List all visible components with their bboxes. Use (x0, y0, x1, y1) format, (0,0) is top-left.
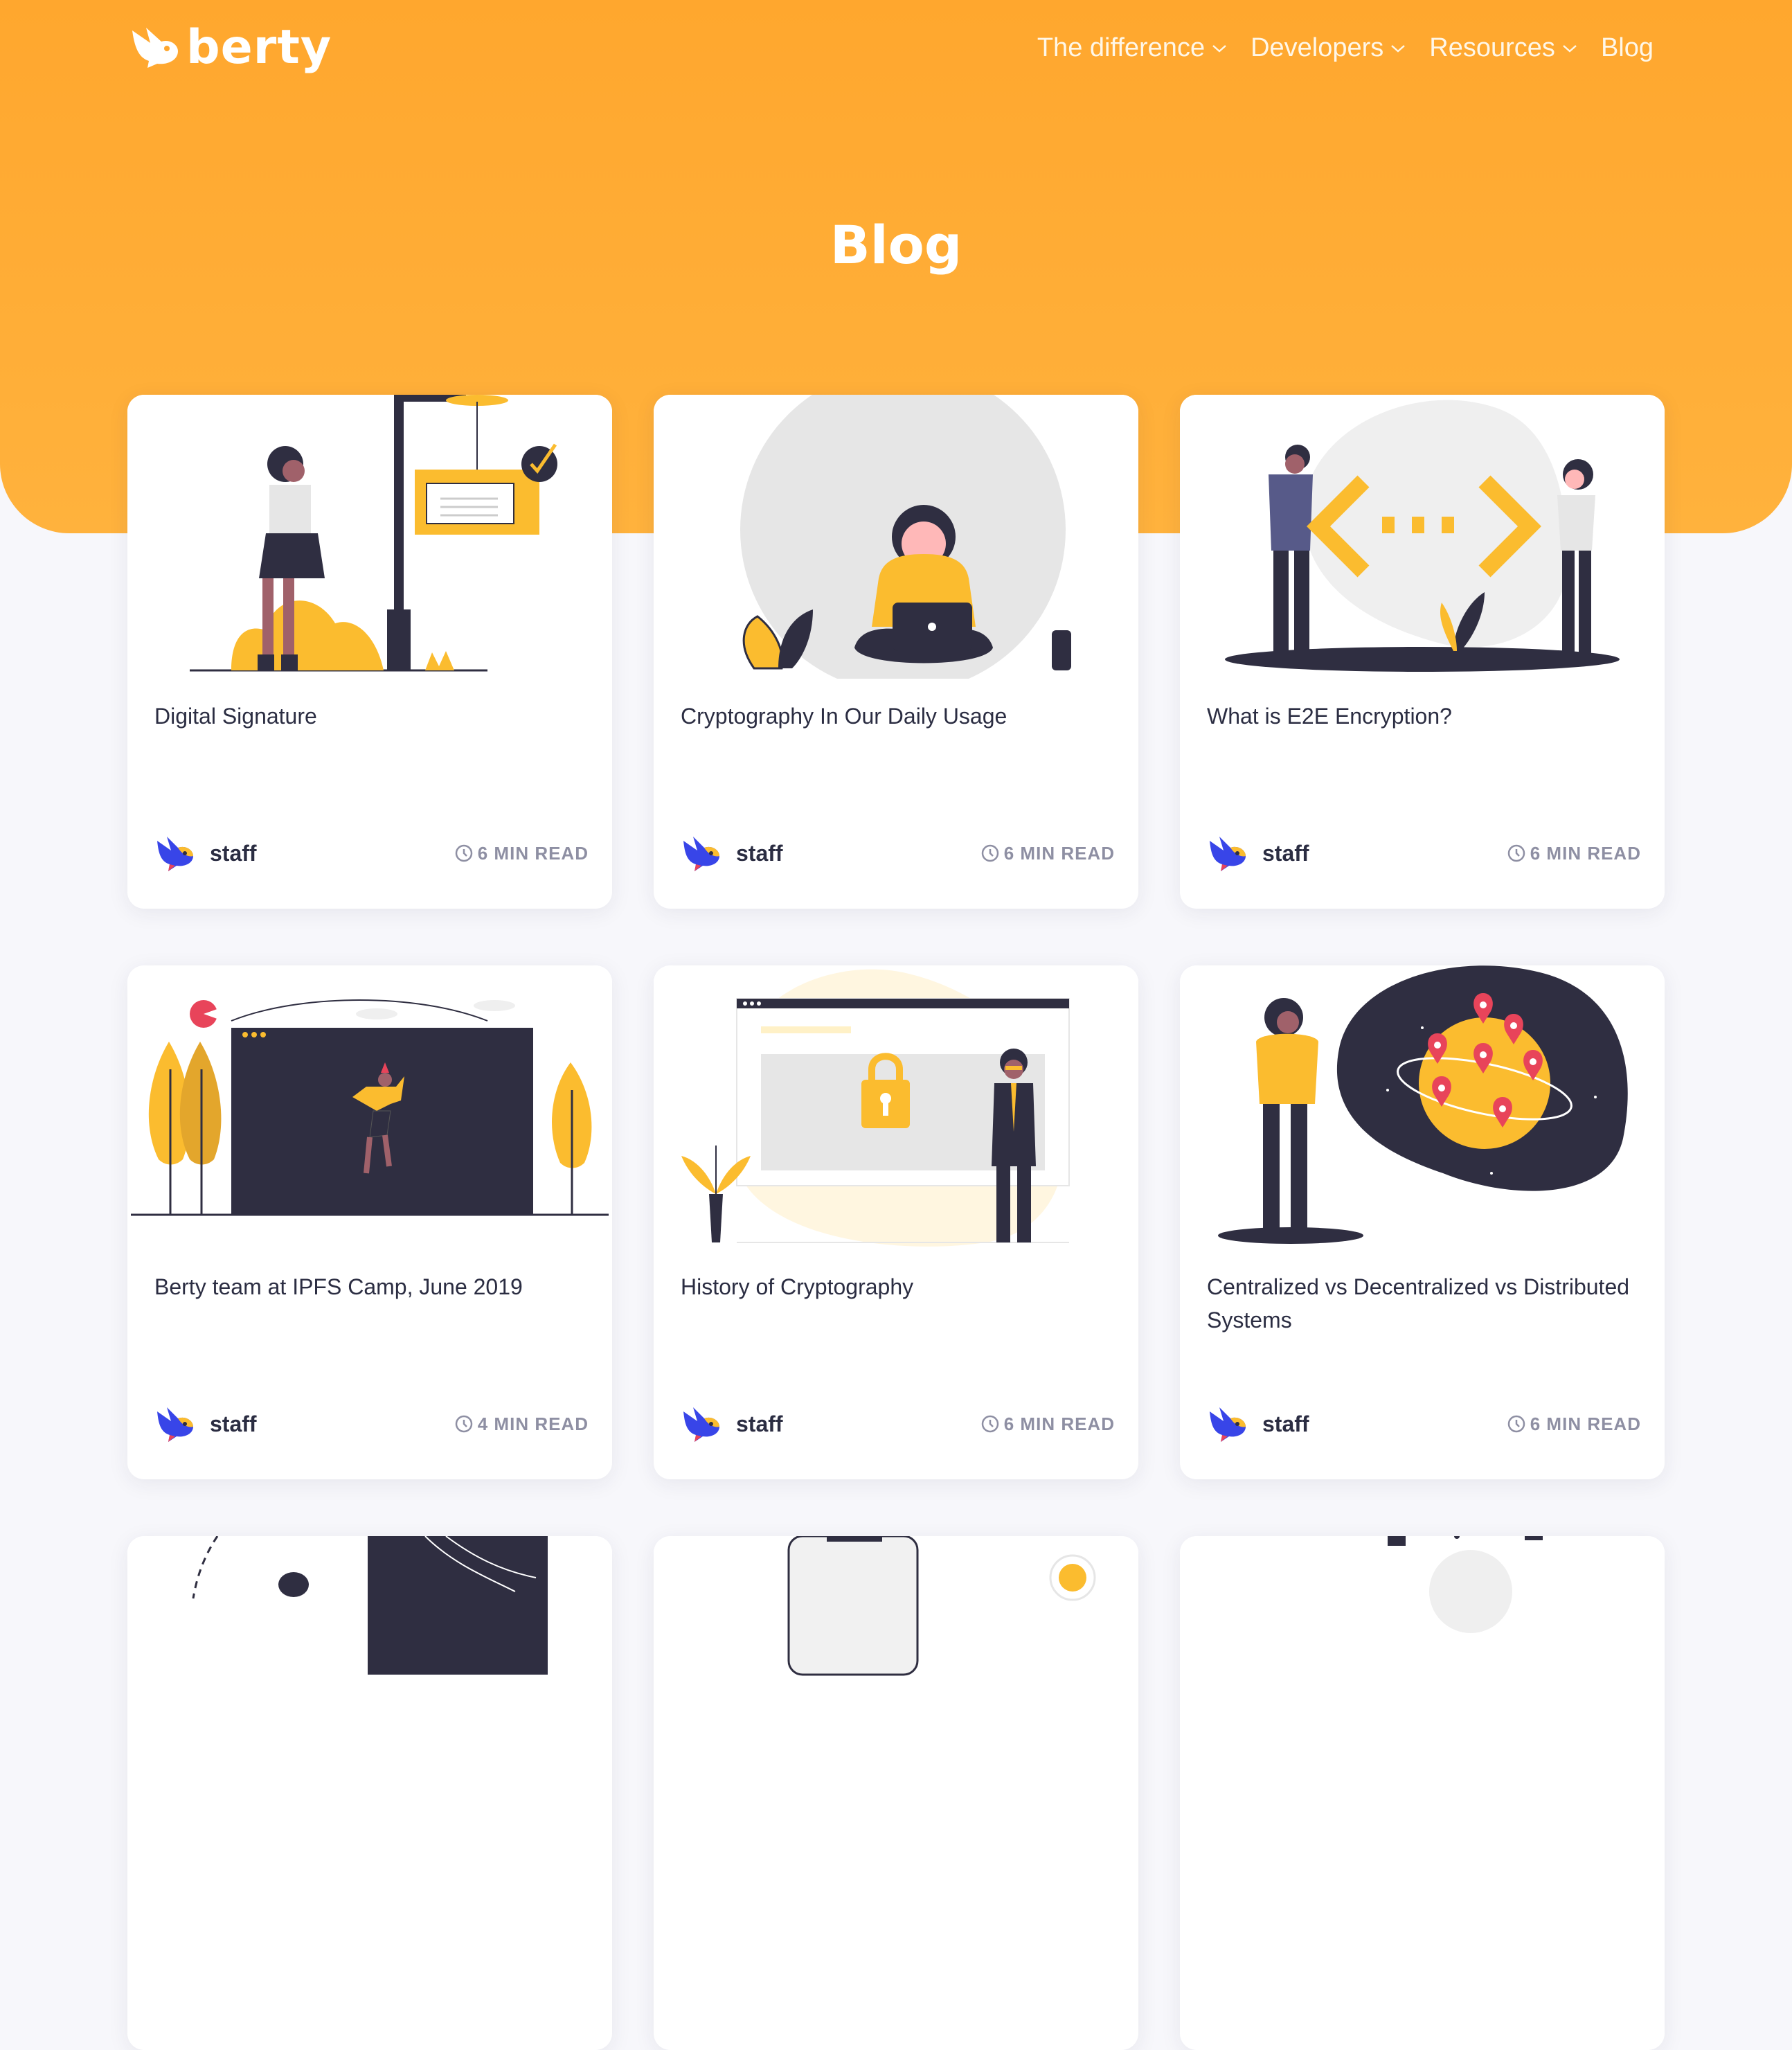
author-avatar-icon (1210, 1407, 1246, 1442)
nav-label: Developers (1251, 33, 1384, 62)
read-time: 6 MIN READ (1507, 1414, 1641, 1435)
read-time-label: 6 MIN READ (1530, 842, 1641, 864)
post-author[interactable]: staff (1207, 834, 1309, 873)
person-on-screen-illustration (127, 965, 612, 1249)
author-name: staff (736, 1411, 783, 1436)
clock-icon (981, 1415, 998, 1433)
read-time-label: 4 MIN READ (477, 1413, 589, 1434)
author-name: staff (1262, 1411, 1309, 1436)
author-avatar-icon (157, 837, 193, 871)
nav-item-resources[interactable]: Resources (1429, 33, 1577, 63)
author-name: staff (210, 840, 257, 866)
author-avatar-icon (683, 1407, 719, 1442)
main-nav: The difference Developers Resources Blog (1037, 33, 1654, 63)
chevron-down-icon (1212, 44, 1226, 53)
brand-name: berty (186, 20, 332, 75)
nav-item-the-difference[interactable]: The difference (1037, 33, 1227, 63)
page-title: Blog (830, 213, 962, 276)
read-time-label: 6 MIN READ (477, 842, 589, 864)
blog-card-partial[interactable] (1180, 1536, 1665, 2050)
post-author[interactable]: staff (681, 834, 783, 873)
read-time: 6 MIN READ (980, 843, 1115, 864)
post-author[interactable]: staff (154, 1405, 257, 1443)
woman-with-laptop-illustration (654, 395, 1138, 679)
post-meta: staff 4 MIN READ (154, 1403, 589, 1445)
clock-icon (1507, 1415, 1525, 1433)
author-name: staff (1262, 840, 1309, 866)
clock-icon (455, 1415, 472, 1433)
blog-card-partial[interactable] (127, 1536, 612, 2050)
post-meta: staff 6 MIN READ (681, 1403, 1115, 1445)
post-title[interactable]: History of Cryptography (681, 1270, 1110, 1303)
read-time-label: 6 MIN READ (1530, 1413, 1641, 1434)
read-time: 4 MIN READ (454, 1414, 589, 1435)
browser-padlock-illustration (654, 965, 1138, 1249)
blog-card-cryptography-daily-usage[interactable]: Cryptography In Our Daily Usage staff 6 … (654, 395, 1138, 909)
nav-label: Resources (1429, 33, 1555, 62)
woman-at-signpost-illustration (127, 395, 612, 679)
clock-icon (455, 844, 472, 862)
two-people-exchange-code-illustration (1180, 395, 1665, 679)
clock-icon (1507, 844, 1525, 862)
chevron-down-icon (1391, 44, 1406, 53)
nav-item-developers[interactable]: Developers (1251, 33, 1406, 63)
partial-illustration (127, 1536, 612, 1820)
nav-label: Blog (1600, 33, 1654, 62)
post-meta: staff 6 MIN READ (681, 832, 1115, 874)
blog-card-digital-signature[interactable]: Digital Signature staff 6 MIN READ (127, 395, 612, 909)
author-avatar-icon (1210, 837, 1246, 871)
author-name: staff (736, 840, 783, 866)
clock-icon (981, 844, 998, 862)
post-meta: staff 6 MIN READ (1207, 832, 1641, 874)
nav-item-blog[interactable]: Blog (1601, 33, 1654, 63)
author-name: staff (210, 1411, 257, 1436)
post-author[interactable]: staff (154, 834, 257, 873)
post-title[interactable]: Cryptography In Our Daily Usage (681, 699, 1110, 733)
read-time: 6 MIN READ (980, 1414, 1115, 1435)
post-author[interactable]: staff (681, 1405, 783, 1443)
author-avatar-icon (683, 837, 719, 871)
post-meta: staff 6 MIN READ (1207, 1403, 1641, 1445)
nav-label: The difference (1037, 33, 1206, 62)
blog-card-ipfs-camp[interactable]: Berty team at IPFS Camp, June 2019 staff… (127, 965, 612, 1479)
read-time: 6 MIN READ (1507, 843, 1641, 864)
post-meta: staff 6 MIN READ (154, 832, 589, 874)
post-title[interactable]: Digital Signature (154, 699, 584, 733)
post-title[interactable]: Centralized vs Decentralized vs Distribu… (1207, 1270, 1636, 1337)
author-avatar-icon (157, 1407, 193, 1442)
blog-card-partial[interactable] (654, 1536, 1138, 2050)
globe-with-pins-illustration (1180, 965, 1665, 1249)
blog-card-e2e-encryption[interactable]: What is E2E Encryption? staff 6 MIN READ (1180, 395, 1665, 909)
chevron-down-icon (1563, 44, 1577, 53)
post-title[interactable]: Berty team at IPFS Camp, June 2019 (154, 1270, 584, 1303)
bird-logo-icon (132, 28, 178, 68)
brand-logo[interactable]: berty (127, 24, 332, 72)
post-title[interactable]: What is E2E Encryption? (1207, 699, 1636, 733)
partial-illustration (654, 1536, 1138, 1820)
post-author[interactable]: staff (1207, 1405, 1309, 1443)
read-time: 6 MIN READ (454, 843, 589, 864)
read-time-label: 6 MIN READ (1003, 842, 1115, 864)
blog-card-centralized-decentralized[interactable]: Centralized vs Decentralized vs Distribu… (1180, 965, 1665, 1479)
blog-card-history-cryptography[interactable]: History of Cryptography staff 6 MIN READ (654, 965, 1138, 1479)
read-time-label: 6 MIN READ (1003, 1413, 1115, 1434)
partial-illustration (1180, 1536, 1665, 1820)
